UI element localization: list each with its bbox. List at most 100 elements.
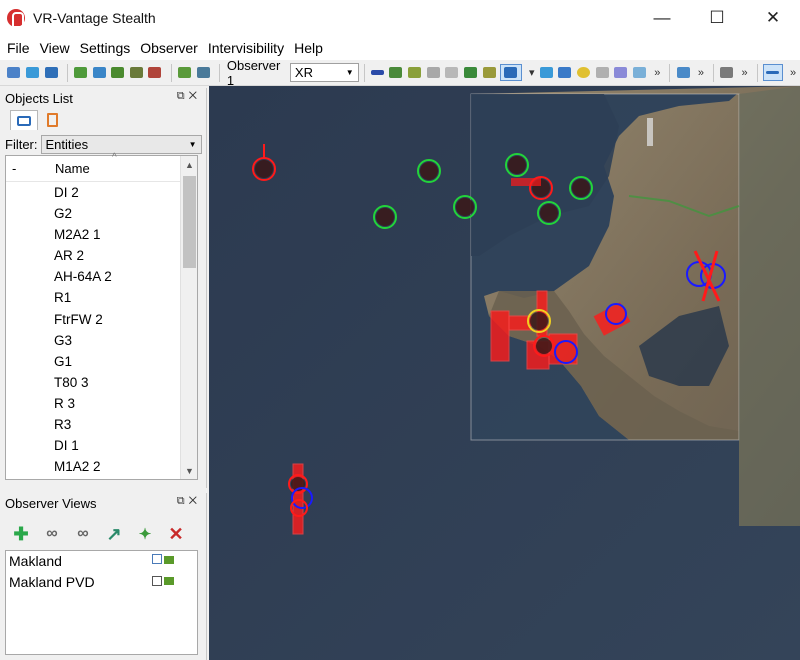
view-dropdown-icon[interactable]: ▾ — [529, 66, 535, 79]
list-item[interactable]: Makland PVD — [6, 572, 197, 593]
terrain-icon[interactable] — [557, 64, 573, 81]
link-icon[interactable]: ∞ — [41, 523, 63, 545]
observer-views-header: Observer Views ⧉✕ — [0, 493, 206, 513]
map-canvas[interactable] — [209, 86, 800, 660]
toolbar-separator — [170, 63, 172, 82]
friendly-unit-marker-body[interactable] — [540, 204, 558, 222]
tab-clipboard-icon[interactable] — [38, 110, 66, 130]
selected-unit-marker-body[interactable] — [530, 312, 548, 330]
scroll-thumb[interactable] — [183, 176, 196, 268]
friendly-unit-marker-body[interactable] — [508, 156, 526, 174]
toolbar-more-3[interactable]: » — [742, 67, 748, 79]
hostile-unit-marker-body[interactable] — [536, 338, 552, 354]
edit-entity-icon[interactable] — [129, 64, 145, 81]
menu-file[interactable]: File — [2, 40, 35, 56]
filter-select[interactable]: Entities ▼ — [40, 134, 202, 154]
list-item[interactable]: R 3 — [6, 393, 197, 414]
layers-icon[interactable] — [539, 64, 555, 81]
friendly-unit-marker-body[interactable] — [376, 208, 394, 226]
list-item[interactable]: M2A2 1 — [6, 224, 197, 245]
target-icon[interactable] — [481, 64, 497, 81]
lighthouse-icon[interactable] — [647, 118, 653, 146]
scroll-down-icon[interactable]: ▼ — [181, 462, 198, 479]
list-item[interactable]: AH-64A 2 — [6, 266, 197, 287]
hostile-tank-marker[interactable] — [490, 310, 510, 362]
list-item[interactable]: G3 — [6, 330, 197, 351]
follow-icon[interactable] — [407, 64, 423, 81]
scroll-up-icon[interactable]: ▲ — [181, 156, 198, 173]
delete-view-icon[interactable]: ✕ — [165, 523, 187, 545]
friendly-unit-marker-body[interactable] — [420, 162, 438, 180]
create-entity-icon[interactable] — [73, 64, 89, 81]
objects-tabs — [10, 110, 66, 130]
toolbar-separator — [363, 63, 365, 82]
objects-rows: DI 2 G2 M2A2 1 AR 2 AH-64A 2 R1 FtrFW 2 G3 G1 T80… — [6, 182, 197, 477]
capture-view-icon[interactable]: ✦ — [134, 523, 156, 545]
list-item[interactable]: Makland — [6, 551, 197, 572]
load-scenario-icon[interactable] — [6, 64, 22, 81]
goto-view-icon[interactable]: ↗ — [103, 523, 125, 545]
menu-intervisibility[interactable]: Intervisibility — [203, 40, 289, 56]
scissors-icon[interactable] — [632, 64, 648, 81]
objects-scrollbar[interactable]: ▲ ▼ — [180, 156, 197, 479]
friendly-unit-marker-body[interactable] — [572, 179, 590, 197]
observer-mode-select[interactable]: XR ▼ — [289, 63, 359, 82]
list-item[interactable]: R1 — [6, 287, 197, 308]
list-item[interactable]: G2 — [6, 203, 197, 224]
map-view[interactable] — [209, 86, 800, 660]
dock-float-close-buttons[interactable]: ⧉✕ — [177, 495, 201, 508]
delete-entity-icon[interactable] — [147, 64, 163, 81]
attach-icon[interactable] — [388, 64, 404, 81]
chevron-down-icon: ▼ — [345, 68, 354, 77]
dock-float-close-buttons[interactable]: ⧉✕ — [177, 90, 201, 103]
add-view-icon[interactable]: ✚ — [10, 523, 32, 545]
menu-help[interactable]: Help — [289, 40, 328, 56]
list-item[interactable]: G1 — [6, 351, 197, 372]
toolbar-more-4[interactable]: » — [790, 67, 796, 79]
list-item[interactable]: AR 2 — [6, 245, 197, 266]
2d-view-icon[interactable] — [499, 64, 523, 81]
particles-icon[interactable] — [594, 64, 610, 81]
observer-views-toolbar: ✚ ∞ ∞ ↗ ✦ ✕ — [10, 523, 196, 545]
observer-views-list: Makland Makland PVD — [5, 550, 198, 655]
observer-camera-icon[interactable] — [195, 64, 211, 81]
orbit-icon[interactable] — [425, 64, 441, 81]
list-item[interactable]: T80 3 — [6, 372, 197, 393]
tag-icon[interactable] — [613, 64, 629, 81]
list-item[interactable]: R3 — [6, 414, 197, 435]
list-item[interactable]: DI 1 — [6, 435, 197, 456]
list-item[interactable]: M1A2 2 — [6, 456, 197, 477]
tank-icon[interactable] — [177, 64, 193, 81]
hostile-unit-marker-body[interactable] — [255, 160, 273, 178]
open-terrain-icon[interactable] — [25, 64, 41, 81]
hostile-vehicle-marker[interactable] — [511, 178, 541, 186]
menu-view[interactable]: View — [35, 40, 75, 56]
move-entity-icon[interactable] — [110, 64, 126, 81]
minimize-button[interactable]: — — [639, 0, 685, 36]
close-button[interactable]: ✕ — [750, 0, 796, 36]
network-icon[interactable] — [719, 64, 735, 81]
list-item[interactable]: DI 2 — [6, 182, 197, 203]
grid-icon[interactable] — [444, 64, 460, 81]
title-bar: VR-Vantage Stealth — ☐ ✕ — [0, 0, 800, 36]
toolbar-separator — [669, 63, 671, 82]
save-view-icon[interactable] — [43, 64, 59, 81]
column-name-header[interactable]: Name — [55, 161, 90, 176]
toolbar-more-1[interactable]: » — [654, 67, 660, 79]
unlink-icon[interactable]: ∞ — [72, 523, 94, 545]
pointer-icon[interactable] — [370, 64, 386, 81]
toolbar-more-2[interactable]: » — [698, 67, 704, 79]
screenshot-icon[interactable] — [675, 64, 691, 81]
tab-entities-icon[interactable] — [10, 110, 38, 130]
friendly-unit-marker-body[interactable] — [456, 198, 474, 216]
ground-icon[interactable] — [463, 64, 479, 81]
entity-menu-icon[interactable] — [91, 64, 107, 81]
observer-views-title: Observer Views — [5, 495, 97, 511]
menu-settings[interactable]: Settings — [75, 40, 136, 56]
lightbulb-icon[interactable] — [576, 64, 592, 81]
list-item[interactable]: FtrFW 2 — [6, 309, 197, 330]
menu-observer[interactable]: Observer — [135, 40, 203, 56]
measure-icon[interactable] — [762, 64, 783, 81]
maximize-button[interactable]: ☐ — [694, 0, 740, 36]
objects-list-title: Objects List — [5, 90, 73, 106]
